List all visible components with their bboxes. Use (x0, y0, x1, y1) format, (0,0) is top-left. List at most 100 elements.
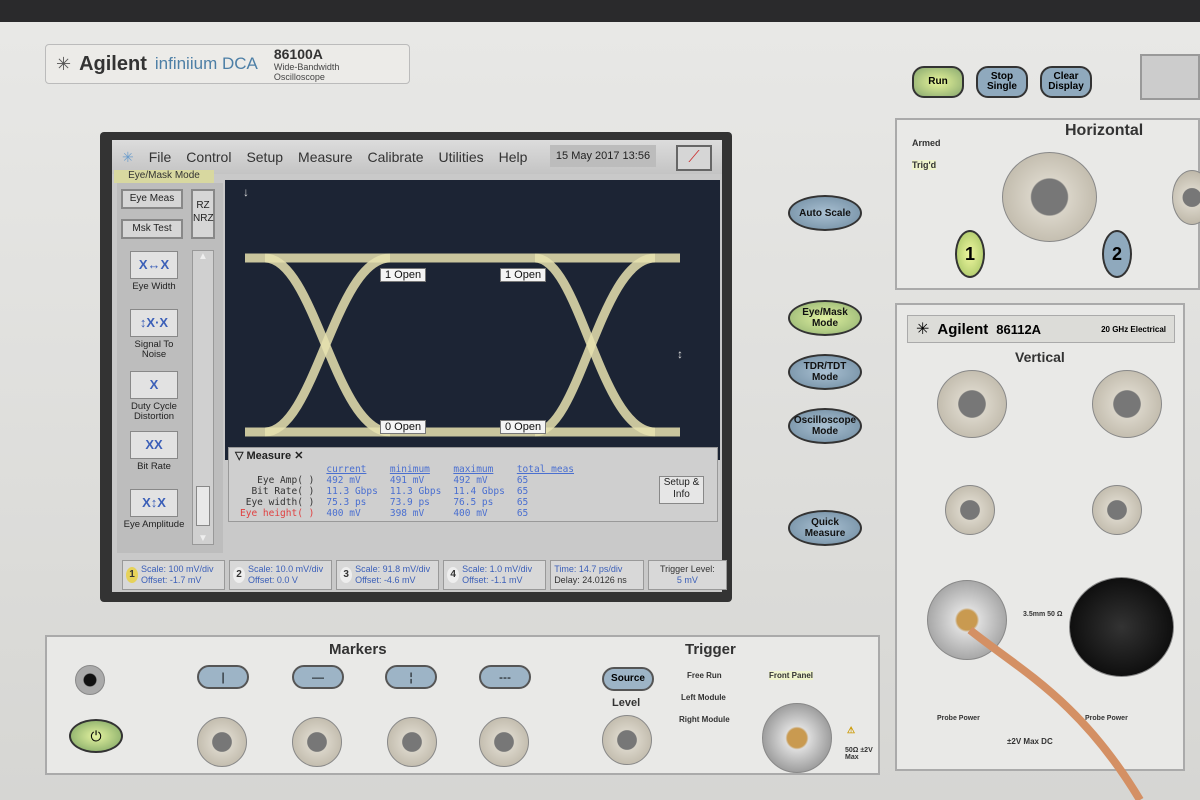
trigger-input-connector[interactable] (762, 703, 832, 773)
display-icon-button[interactable]: ⟋ (676, 145, 712, 171)
trigger-arrow-icon: ↓ (243, 185, 249, 199)
marker-tag: 1 Open (500, 268, 547, 282)
rz-nrz-toggle[interactable]: RZ NRZ (191, 189, 215, 239)
menu-control[interactable]: Control (186, 149, 231, 165)
marker-knob-3[interactable] (387, 717, 437, 767)
horizontal-position-knob[interactable] (1172, 170, 1200, 225)
ch1-offset-knob[interactable] (945, 485, 995, 535)
waveform-display[interactable]: ↓ ↕ 1 Open 1 Open 0 Open 0 Open (225, 180, 720, 460)
tool-label: Signal To Noise (134, 339, 174, 360)
tool-eye-width[interactable]: X↔X Eye Width (123, 251, 185, 292)
run-button[interactable]: Run (912, 66, 964, 98)
quick-measure-button[interactable]: Quick Measure (788, 510, 862, 546)
mask-test-button[interactable]: Msk Test (121, 219, 183, 239)
channel-number: 3 (340, 567, 353, 583)
cell: 11.3 Gbps (389, 486, 442, 497)
trigger-option-free-run: Free Run (687, 671, 722, 680)
eye-mask-mode-button[interactable]: Eye/Mask Mode (788, 300, 862, 336)
scale: Scale: 100 mV/div (141, 564, 214, 574)
cell: 398 mV (389, 508, 425, 519)
cell: 400 mV (326, 508, 361, 519)
instrument-nameplate: ✳ Agilent infiniium DCA 86100A Wide-Bandw… (45, 44, 410, 84)
table-row[interactable]: Eye Amp( ) 492 mV 491 mV 492 mV 65 (234, 475, 580, 486)
menu-help[interactable]: Help (499, 149, 528, 165)
tool-signal-to-noise[interactable]: ↕X·X Signal To Noise (123, 309, 185, 360)
tool-bit-rate[interactable]: XX Bit Rate (123, 431, 185, 472)
status-bar: 1 Scale: 100 mV/div Offset: -1.7 mV 2 Scale… (122, 560, 728, 590)
trigger-rating: 50Ω ±2V Max (845, 747, 873, 761)
delay: Delay: 24.0126 ns (554, 575, 627, 585)
background-strip (0, 0, 1200, 22)
trigger-level-knob[interactable] (602, 715, 652, 765)
warning-icon: ⚠ (847, 725, 856, 735)
rz-label: RZ (196, 200, 210, 211)
channel-1-status[interactable]: 1 Scale: 100 mV/div Offset: -1.7 mV (122, 560, 226, 590)
table-row[interactable]: Bit Rate( ) 11.3 Gbps 11.3 Gbps 11.4 Gbps 65 (234, 486, 580, 497)
scroll-down-icon[interactable]: ▼ (193, 533, 213, 544)
close-icon[interactable]: ✕ (294, 450, 303, 462)
duty-cycle-icon: X (130, 371, 178, 399)
marker-button-1[interactable]: | (197, 665, 249, 689)
brand: Agilent (79, 52, 147, 75)
cell: 11.4 Gbps (453, 486, 505, 497)
date-time: 15 May 2017 13:56 (550, 145, 656, 167)
tool-duty-cycle-distortion[interactable]: X Duty Cycle Distortion (123, 371, 185, 422)
trigger-source-button[interactable]: Source (602, 667, 654, 691)
table-row[interactable]: Eye height( ) 400 mV 398 mV 400 mV 65 (234, 508, 580, 519)
offset: Offset: -1.7 mV (141, 575, 202, 585)
menu-utilities[interactable]: Utilities (439, 149, 484, 165)
trigger-option-left-module: Left Module (681, 693, 726, 702)
cell: 75.3 ps (326, 497, 367, 508)
scroll-thumb[interactable] (196, 486, 210, 526)
tool-eye-amplitude[interactable]: X↕X Eye Amplitude (123, 489, 185, 530)
collapse-icon[interactable]: ▽ (235, 450, 247, 462)
channel-2-button[interactable]: 2 (1102, 230, 1132, 278)
menu-calibrate[interactable]: Calibrate (368, 149, 424, 165)
marker-knob-4[interactable] (479, 717, 529, 767)
cell: 65 (516, 497, 529, 508)
setup-info-button[interactable]: Setup & Info (659, 476, 704, 504)
power-button[interactable]: ⏻ (69, 719, 123, 753)
cell: 400 mV (453, 508, 488, 519)
clear-display-button[interactable]: Clear Display (1040, 66, 1092, 98)
channel-number: 1 (126, 567, 138, 583)
col-header: maximum (453, 464, 494, 475)
tdr-tdt-mode-button[interactable]: TDR/TDT Mode (788, 354, 862, 390)
ch1-scale-knob[interactable] (937, 370, 1007, 438)
table-row[interactable]: Eye width( ) 75.3 ps 73.9 ps 76.5 ps 65 (234, 497, 580, 508)
nrz-label: NRZ (193, 213, 214, 224)
channel-3-status[interactable]: 3 Scale: 91.8 mV/div Offset: -4.6 mV (336, 560, 440, 590)
menu-measure[interactable]: Measure (298, 149, 352, 165)
marker-button-3[interactable]: ¦ (385, 665, 437, 689)
ch2-offset-knob[interactable] (1092, 485, 1142, 535)
measure-panel: ▽ Measure ✕ current minimum maximum total m… (228, 447, 718, 522)
menu-file[interactable]: File (149, 149, 172, 165)
channel-1-button[interactable]: 1 (955, 230, 985, 278)
trigger-level-status[interactable]: Trigger Level: 5 mV (647, 560, 728, 590)
drive-slot (1140, 54, 1200, 100)
time-per-div: Time: 14.7 ps/div (554, 564, 623, 574)
channel-2-status[interactable]: 2 Scale: 10.0 mV/div Offset: 0.0 V (229, 560, 333, 590)
eye-amplitude-icon: X↕X (130, 489, 178, 517)
marker-button-4[interactable]: --- (479, 665, 531, 689)
trigger-option-right-module: Right Module (679, 715, 730, 724)
channel-4-status[interactable]: 4 Scale: 1.0 mV/div Offset: -1.1 mV (443, 560, 547, 590)
row-label: Eye height( ) (240, 508, 315, 519)
cell: 65 (516, 475, 529, 486)
tool-label: Eye Amplitude (123, 519, 185, 530)
ch2-scale-knob[interactable] (1092, 370, 1162, 438)
trigger-option-front-panel: Front Panel (769, 671, 814, 680)
scroll-up-icon[interactable]: ▲ (193, 251, 213, 262)
eye-meas-button[interactable]: Eye Meas (121, 189, 183, 209)
cell: 73.9 ps (389, 497, 430, 508)
marker-knob-2[interactable] (292, 717, 342, 767)
horizontal-scale-knob[interactable] (1002, 152, 1097, 242)
auto-scale-button[interactable]: Auto Scale (788, 195, 862, 231)
oscilloscope-mode-button[interactable]: Oscilloscope Mode (788, 408, 862, 444)
menu-setup[interactable]: Setup (246, 149, 283, 165)
stop-single-button[interactable]: Stop Single (976, 66, 1028, 98)
toolbar-scrollbar[interactable]: ▲ ▼ (192, 250, 214, 545)
marker-knob-1[interactable] (197, 717, 247, 767)
timebase-status[interactable]: Time: 14.7 ps/div Delay: 24.0126 ns (550, 560, 644, 590)
marker-button-2[interactable]: — (292, 665, 344, 689)
